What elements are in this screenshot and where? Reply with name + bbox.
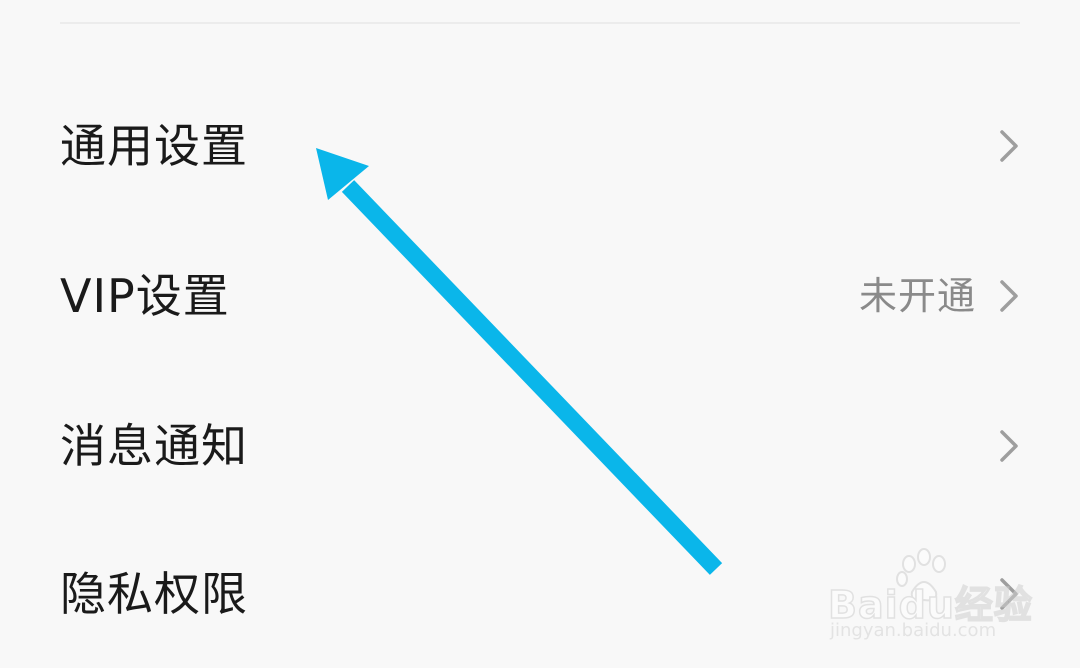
- chevron-right-icon: [997, 576, 1021, 612]
- settings-item-notifications[interactable]: 消息通知: [0, 386, 1080, 506]
- settings-item-label: 消息通知: [60, 419, 248, 473]
- settings-item-label: 隐私权限: [60, 567, 248, 621]
- chevron-right-icon: [997, 128, 1021, 164]
- settings-screen: 通用设置 VIP设置 未开通 消息通知 隐私权限 Baidu经验 jingyan…: [0, 0, 1080, 668]
- chevron-right-icon: [997, 428, 1021, 464]
- settings-item-label: 通用设置: [60, 119, 248, 173]
- divider: [60, 22, 1020, 24]
- chevron-right-icon: [997, 278, 1021, 314]
- settings-item-privacy[interactable]: 隐私权限: [0, 534, 1080, 654]
- vip-status-value: 未开通: [858, 274, 976, 318]
- settings-item-general[interactable]: 通用设置: [0, 86, 1080, 206]
- settings-item-vip[interactable]: VIP设置 未开通: [0, 236, 1080, 356]
- settings-item-label: VIP设置: [60, 269, 230, 323]
